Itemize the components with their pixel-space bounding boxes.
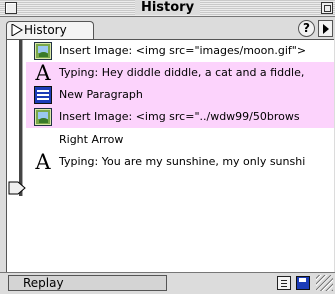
collapse-box-icon[interactable]: [321, 2, 333, 14]
insert-image-icon: [34, 108, 52, 126]
close-box-icon[interactable]: [5, 2, 17, 14]
tab-history[interactable]: History: [6, 21, 94, 39]
history-item-text: New Paragraph: [59, 88, 143, 101]
bottom-bar: Replay: [0, 272, 335, 294]
save-as-command-icon[interactable]: [296, 276, 310, 290]
history-item-text: Typing: Hey diddle diddle, a cat and a f…: [59, 66, 305, 79]
history-slider-handle-icon[interactable]: [8, 181, 26, 195]
new-paragraph-icon: [34, 86, 52, 104]
list-item-selected[interactable]: Insert Image: <img src="../wdw99/50brows: [26, 106, 334, 128]
list-item[interactable]: Insert Image: <img src="images/moon.gif"…: [7, 40, 334, 62]
title-bar[interactable]: History: [0, 0, 335, 17]
history-item-text: Insert Image: <img src="images/moon.gif"…: [59, 44, 307, 57]
tab-history-label: History: [24, 23, 67, 37]
insert-image-icon: [34, 42, 52, 60]
tab-strip: History ?: [0, 17, 335, 39]
list-item[interactable]: A Typing: You are my sunshine, my only s…: [7, 151, 334, 173]
help-icon[interactable]: ?: [298, 20, 315, 37]
list-item-selected[interactable]: A Typing: Hey diddle diddle, a cat and a…: [26, 62, 334, 84]
window-title: History: [0, 0, 335, 16]
typing-icon: A: [35, 62, 51, 84]
typing-icon: A: [35, 151, 51, 173]
history-tab-icon: [11, 24, 23, 36]
panel-menu-arrow-icon[interactable]: [318, 20, 333, 37]
history-item-text: Right Arrow: [59, 133, 124, 146]
history-panel-window: History History ? Insert Image: <img src…: [0, 0, 335, 294]
list-item-selected[interactable]: New Paragraph: [26, 84, 334, 106]
list-item[interactable]: Right Arrow: [7, 129, 334, 151]
history-item-text: Insert Image: <img src="../wdw99/50brows: [59, 110, 300, 123]
replay-button[interactable]: Replay: [8, 275, 167, 291]
copy-steps-icon[interactable]: [277, 276, 291, 290]
history-item-text: Typing: You are my sunshine, my only sun…: [59, 155, 306, 168]
resize-grip-icon[interactable]: [316, 275, 333, 291]
history-list[interactable]: Insert Image: <img src="images/moon.gif"…: [6, 39, 334, 272]
